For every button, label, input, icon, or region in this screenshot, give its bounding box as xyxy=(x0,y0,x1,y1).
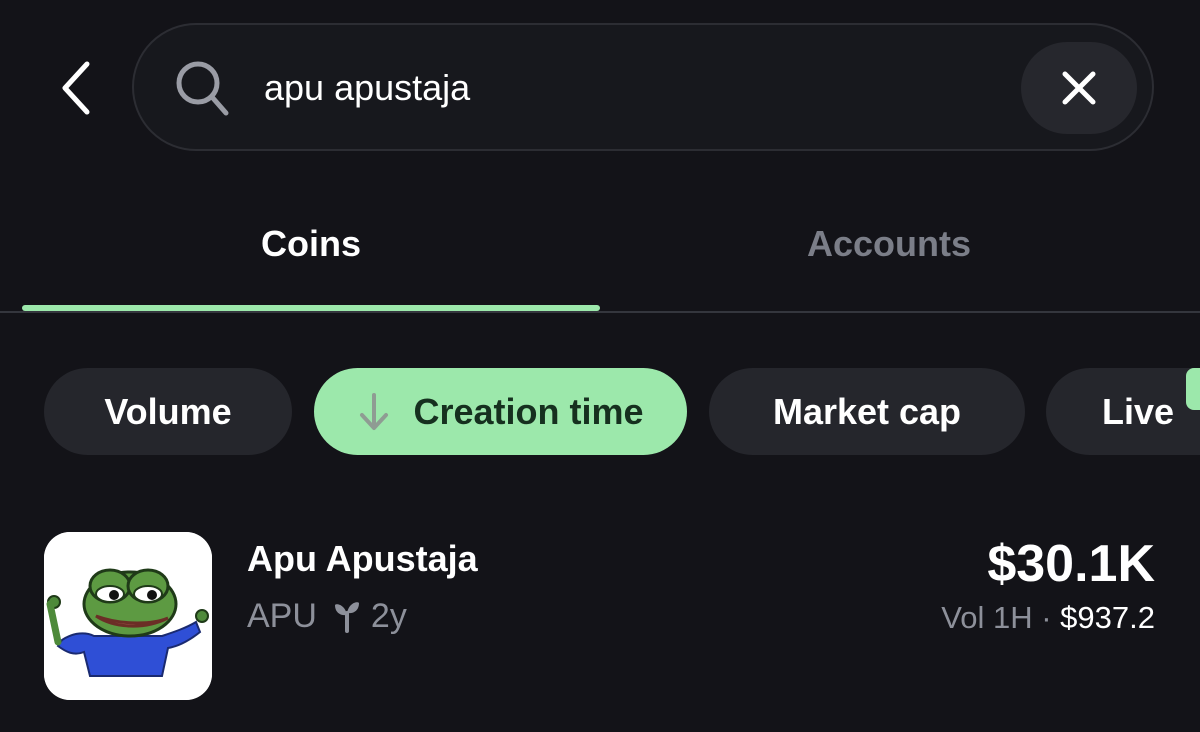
search-input[interactable] xyxy=(264,63,1004,113)
frog-avatar-image xyxy=(44,532,212,700)
filter-volume-label: Volume xyxy=(104,390,232,432)
coin-age: 2y xyxy=(370,596,407,635)
tab-coins[interactable]: Coins xyxy=(22,220,600,268)
coin-volume-value: $937.2 xyxy=(1060,600,1155,635)
coin-meta: APU 2y xyxy=(247,592,407,640)
sprout-icon xyxy=(334,602,359,633)
arrow-down-icon xyxy=(360,392,389,430)
back-button[interactable] xyxy=(40,48,112,128)
filter-volume-chip[interactable]: Volume xyxy=(44,368,292,455)
live-indicator-dot xyxy=(1186,368,1200,410)
search-bar[interactable] xyxy=(132,23,1154,151)
coin-avatar xyxy=(44,532,212,700)
filter-creation-time-chip[interactable]: Creation time xyxy=(314,368,687,455)
filter-creation-time-label: Creation time xyxy=(413,390,644,432)
coin-volume: Vol 1H · $937.2 xyxy=(941,600,1155,636)
tab-divider xyxy=(0,311,1200,313)
coin-volume-label: Vol 1H · xyxy=(941,600,1061,635)
coin-market-value: $30.1K xyxy=(987,535,1155,593)
coin-ticker: APU xyxy=(247,596,317,635)
close-icon xyxy=(1062,71,1096,105)
filter-market-cap-label: Market cap xyxy=(772,390,962,432)
search-icon xyxy=(176,61,229,116)
filter-market-cap-chip[interactable]: Market cap xyxy=(709,368,1025,455)
tab-accounts[interactable]: Accounts xyxy=(600,220,1178,268)
filter-live-chip[interactable]: Live xyxy=(1046,368,1200,455)
filter-live-label: Live xyxy=(1102,390,1175,432)
coin-name: Apu Apustaja xyxy=(247,538,478,579)
search-results-screen: Coins Accounts Volume Creation time Mark… xyxy=(0,0,1200,732)
chevron-left-icon xyxy=(62,61,90,115)
clear-search-button[interactable] xyxy=(1021,42,1137,134)
coin-list-item[interactable]: Apu Apustaja APU 2y $30.1K Vol 1H · $937… xyxy=(0,520,1200,720)
